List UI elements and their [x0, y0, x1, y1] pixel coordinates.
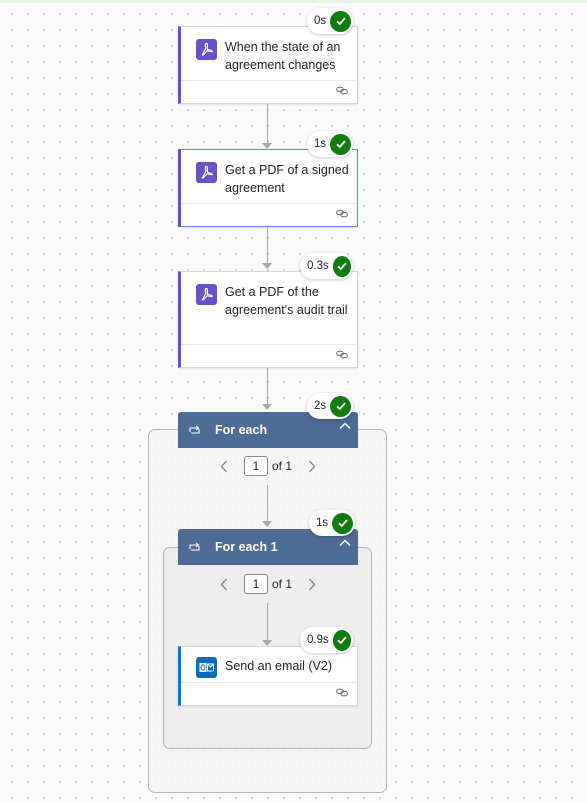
- status-badge: 1s: [309, 510, 355, 536]
- connector-line: [267, 603, 268, 642]
- step-title: Send an email (V2): [225, 659, 333, 673]
- loop-icon: [188, 425, 201, 436]
- loop-icon: [188, 542, 201, 553]
- page-number-input[interactable]: 1: [244, 574, 268, 594]
- duration-label: 2s: [314, 400, 327, 412]
- chevron-up-icon[interactable]: [338, 418, 352, 436]
- page-number-input[interactable]: 1: [244, 456, 268, 476]
- connector-line: [267, 485, 268, 523]
- adobe-sign-icon: [196, 284, 217, 305]
- chevron-right-icon[interactable]: [305, 460, 319, 473]
- for-each-1-title: For each 1: [215, 540, 278, 554]
- page-count: of 1: [272, 577, 293, 591]
- duration-label: 0s: [314, 15, 327, 27]
- get-audit-trail-card[interactable]: Get a PDF of the agreement's audit trail: [178, 271, 358, 368]
- success-check-icon: [330, 395, 351, 417]
- chevron-left-icon[interactable]: [217, 460, 231, 473]
- adobe-sign-icon: [196, 39, 217, 60]
- top-status-line: [0, 0, 587, 3]
- step-title: When the state of an agreement changes: [225, 40, 341, 72]
- success-check-icon: [330, 10, 351, 32]
- duration-label: 0.3s: [307, 260, 329, 272]
- connector-line: [267, 368, 268, 406]
- connector-arrow: [262, 263, 272, 269]
- adobe-sign-icon: [196, 162, 217, 183]
- chevron-right-icon[interactable]: [305, 578, 319, 591]
- send-email-card[interactable]: Send an email (V2): [178, 646, 358, 706]
- success-check-icon: [332, 629, 351, 651]
- status-badge: 2s: [307, 393, 353, 419]
- for-each-title: For each: [215, 423, 268, 437]
- link-icon[interactable]: [336, 350, 348, 359]
- connector-line: [267, 104, 268, 146]
- status-badge: 1s: [307, 131, 353, 157]
- chevron-up-icon[interactable]: [338, 535, 352, 553]
- link-icon[interactable]: [336, 688, 348, 697]
- success-check-icon: [332, 255, 351, 277]
- card-footer: [181, 344, 357, 367]
- for-each-pager: 1 of 1: [217, 456, 319, 476]
- success-check-icon: [330, 133, 351, 155]
- chevron-left-icon[interactable]: [217, 578, 231, 591]
- trigger-card[interactable]: When the state of an agreement changes: [178, 26, 358, 104]
- duration-label: 0.9s: [307, 634, 329, 646]
- for-each-1-pager: 1 of 1: [217, 574, 319, 594]
- status-badge: 0.9s: [300, 627, 353, 653]
- connector-line: [267, 227, 268, 265]
- step-title: Get a PDF of the agreement's audit trail: [225, 285, 348, 317]
- status-badge: 0.3s: [300, 253, 353, 279]
- duration-label: 1s: [316, 517, 329, 529]
- duration-label: 1s: [314, 138, 327, 150]
- outlook-icon: [196, 657, 217, 678]
- link-icon[interactable]: [336, 209, 348, 218]
- get-signed-pdf-card[interactable]: Get a PDF of a signed agreement: [178, 149, 358, 227]
- connector-arrow: [262, 521, 272, 527]
- status-badge: 0s: [307, 8, 353, 34]
- link-icon[interactable]: [336, 86, 348, 95]
- page-count: of 1: [272, 459, 293, 473]
- card-footer: [181, 682, 357, 705]
- success-check-icon: [332, 512, 353, 534]
- step-title: Get a PDF of a signed agreement: [225, 163, 349, 195]
- connector-arrow: [262, 404, 272, 410]
- card-footer: [181, 203, 357, 226]
- card-footer: [181, 80, 357, 103]
